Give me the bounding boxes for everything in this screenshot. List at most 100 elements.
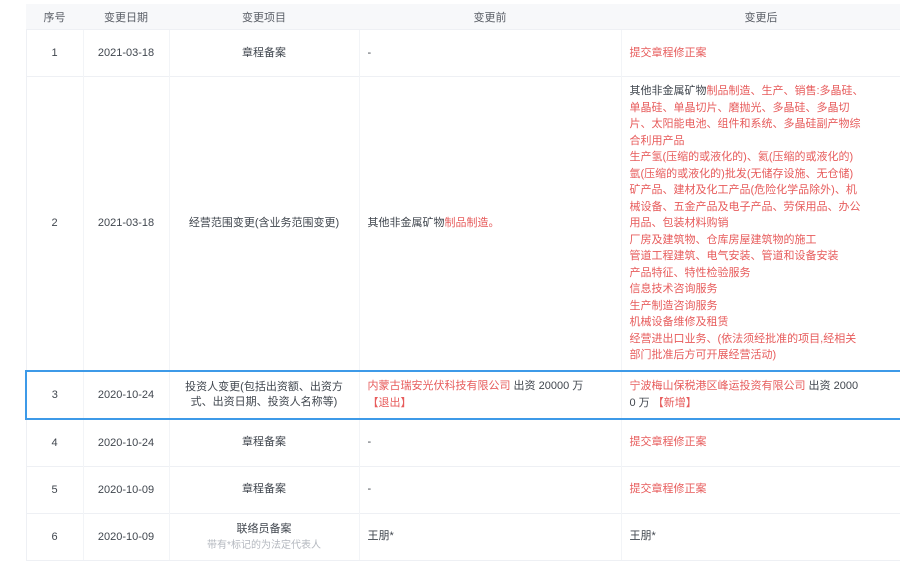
- text-segment: 【新增】: [653, 397, 697, 409]
- item-cell: 章程备案: [169, 466, 359, 513]
- item-label: 联络员备案: [178, 522, 351, 537]
- text-line: 机械设备维修及租赁: [630, 314, 894, 331]
- after-cell: 其他非金属矿物制品制造、生产、销售:多晶硅、单晶硅、单晶切片、磨抛光、多晶硅、多…: [621, 77, 900, 371]
- text-line: 提交章程修正案: [630, 434, 894, 451]
- table-row: 62020-10-09 联络员备案带有*标记的为法定代表人 王朋* 王朋*: [26, 513, 900, 560]
- text-segment: 提交章程修正案: [630, 436, 707, 448]
- text-segment: 厂房及建筑物、仓库房屋建筑物的施工: [630, 234, 817, 246]
- item-cell: 章程备案: [169, 419, 359, 467]
- text-segment: 提交章程修正案: [630, 483, 707, 495]
- text-segment: 管道工程建筑、电气安装、管道和设备安装: [630, 250, 839, 262]
- date-cell: 2020-10-09: [83, 513, 169, 560]
- column-header-after: 变更后: [621, 4, 900, 30]
- after-cell: 王朋*: [621, 513, 900, 560]
- text-line: 提交章程修正案: [630, 481, 894, 498]
- table-row-highlighted: 32020-10-24投资人变更(包括出资额、出资方式、出资日期、投资人名称等)…: [26, 371, 900, 419]
- seq-cell: 1: [26, 30, 83, 77]
- text-line: 内蒙古瑞安光伏科技有限公司 出资 20000 万: [368, 378, 613, 395]
- text-segment: 出资 2000: [806, 380, 859, 392]
- text-line: 用品、包装材料购销: [630, 215, 894, 232]
- column-header-item: 变更项目: [169, 4, 359, 30]
- text-segment: 矿产品、建材及化工产品(危险化学品除外)、机: [630, 184, 857, 196]
- text-segment: 【退出】: [368, 397, 412, 409]
- before-cell: -: [359, 419, 621, 467]
- text-segment: -: [368, 47, 372, 59]
- text-segment: 制品制造。: [445, 217, 500, 229]
- text-segment: 单晶硅、单晶切片、磨抛光、多晶硅、多晶切: [630, 102, 850, 114]
- text-line: 生产制造咨询服务: [630, 298, 894, 315]
- text-segment: 氩(压缩的或液化的)批发(无储存设施、无仓储): [630, 168, 854, 180]
- date-cell: 2020-10-09: [83, 466, 169, 513]
- text-line: 产品特征、特性检验服务: [630, 265, 894, 282]
- seq-cell: 5: [26, 466, 83, 513]
- text-line: 械设备、五金产品及电子产品、劳保用品、办公: [630, 199, 894, 216]
- column-header-seq: 序号: [26, 4, 83, 30]
- text-line: 单晶硅、单晶切片、磨抛光、多晶硅、多晶切: [630, 100, 894, 117]
- item-label: 经营范围变更(含业务范围变更): [178, 216, 351, 231]
- text-segment: 片、太阳能电池、组件和系统、多晶硅副产物综: [630, 118, 861, 130]
- table-row: 42020-10-24 章程备案 - 提交章程修正案: [26, 419, 900, 467]
- text-line: 氩(压缩的或液化的)批发(无储存设施、无仓储): [630, 166, 894, 183]
- table-row: 12021-03-18 章程备案 - 提交章程修正案: [26, 30, 900, 77]
- item-label: 章程备案: [178, 435, 351, 450]
- text-segment: 出资 20000 万: [511, 380, 584, 392]
- text-line: 信息技术咨询服务: [630, 281, 894, 298]
- item-label: 投资人变更(包括出资额、出资方式、出资日期、投资人名称等): [178, 380, 351, 410]
- table-row: 22021-03-18经营范围变更(含业务范围变更)其他非金属矿物制品制造。其他…: [26, 77, 900, 371]
- seq-cell: 4: [26, 419, 83, 467]
- text-line: 【退出】: [368, 395, 613, 412]
- text-segment: 王朋*: [368, 530, 394, 542]
- text-segment: 机械设备维修及租赁: [630, 316, 729, 328]
- item-cell: 章程备案: [169, 30, 359, 77]
- before-cell: 其他非金属矿物制品制造。: [359, 77, 621, 371]
- text-line: 王朋*: [630, 528, 894, 545]
- seq-cell: 3: [26, 371, 83, 419]
- text-line: 合利用产品: [630, 133, 894, 150]
- item-cell: 投资人变更(包括出资额、出资方式、出资日期、投资人名称等): [169, 371, 359, 419]
- text-line: 提交章程修正案: [630, 45, 894, 62]
- text-segment: 生产制造咨询服务: [630, 300, 718, 312]
- seq-cell: 6: [26, 513, 83, 560]
- after-cell: 宁波梅山保税港区峰运投资有限公司 出资 20000 万 【新增】: [621, 371, 900, 419]
- text-line: 厂房及建筑物、仓库房屋建筑物的施工: [630, 232, 894, 249]
- text-segment: 信息技术咨询服务: [630, 283, 718, 295]
- text-line: 其他非金属矿物制品制造。: [368, 215, 613, 232]
- text-line: 片、太阳能电池、组件和系统、多晶硅副产物综: [630, 116, 894, 133]
- after-cell: 提交章程修正案: [621, 30, 900, 77]
- text-line: -: [368, 481, 613, 498]
- text-line: 矿产品、建材及化工产品(危险化学品除外)、机: [630, 182, 894, 199]
- header-row: 序号 变更日期 变更项目 变更前 变更后: [26, 4, 900, 30]
- text-line: 经营进出口业务、(依法须经批准的项目,经相关: [630, 331, 894, 348]
- text-line: 宁波梅山保税港区峰运投资有限公司 出资 2000: [630, 378, 893, 395]
- seq-cell: 2: [26, 77, 83, 371]
- text-segment: 部门批准后方可开展经营活动): [630, 349, 777, 361]
- text-line: 生产氢(压缩的或液化的)、氦(压缩的或液化的): [630, 149, 894, 166]
- text-line: -: [368, 434, 613, 451]
- text-line: 部门批准后方可开展经营活动): [630, 347, 894, 364]
- date-cell: 2020-10-24: [83, 419, 169, 467]
- text-segment: 械设备、五金产品及电子产品、劳保用品、办公: [630, 201, 861, 213]
- item-subnote: 带有*标记的为法定代表人: [178, 540, 351, 552]
- text-line: 王朋*: [368, 528, 613, 545]
- text-segment: 生产氢(压缩的或液化的)、氦(压缩的或液化的): [630, 151, 854, 163]
- before-cell: 王朋*: [359, 513, 621, 560]
- date-cell: 2021-03-18: [83, 30, 169, 77]
- text-segment: 经营进出口业务、(依法须经批准的项目,经相关: [630, 333, 857, 345]
- table-row: 52020-10-09 章程备案 - 提交章程修正案: [26, 466, 900, 513]
- column-header-date: 变更日期: [83, 4, 169, 30]
- item-label: 章程备案: [178, 482, 351, 497]
- text-segment: 王朋*: [630, 530, 656, 542]
- before-cell: -: [359, 30, 621, 77]
- text-segment: 内蒙古瑞安光伏科技有限公司: [368, 380, 511, 392]
- text-segment: 提交章程修正案: [630, 47, 707, 59]
- text-line: -: [368, 45, 613, 62]
- before-cell: 内蒙古瑞安光伏科技有限公司 出资 20000 万【退出】: [359, 371, 621, 419]
- item-label: 章程备案: [178, 46, 351, 61]
- text-segment: 制品制造、生产、销售:多晶硅、: [707, 85, 864, 97]
- table-header: 序号 变更日期 变更项目 变更前 变更后: [26, 4, 900, 30]
- table-body: 12021-03-18 章程备案 - 提交章程修正案22021-03-18 经营范围变更…: [26, 30, 900, 561]
- column-header-before: 变更前: [359, 4, 621, 30]
- text-segment: 宁波梅山保税港区峰运投资有限公司: [630, 380, 806, 392]
- text-segment: 合利用产品: [630, 135, 685, 147]
- after-cell: 提交章程修正案: [621, 419, 900, 467]
